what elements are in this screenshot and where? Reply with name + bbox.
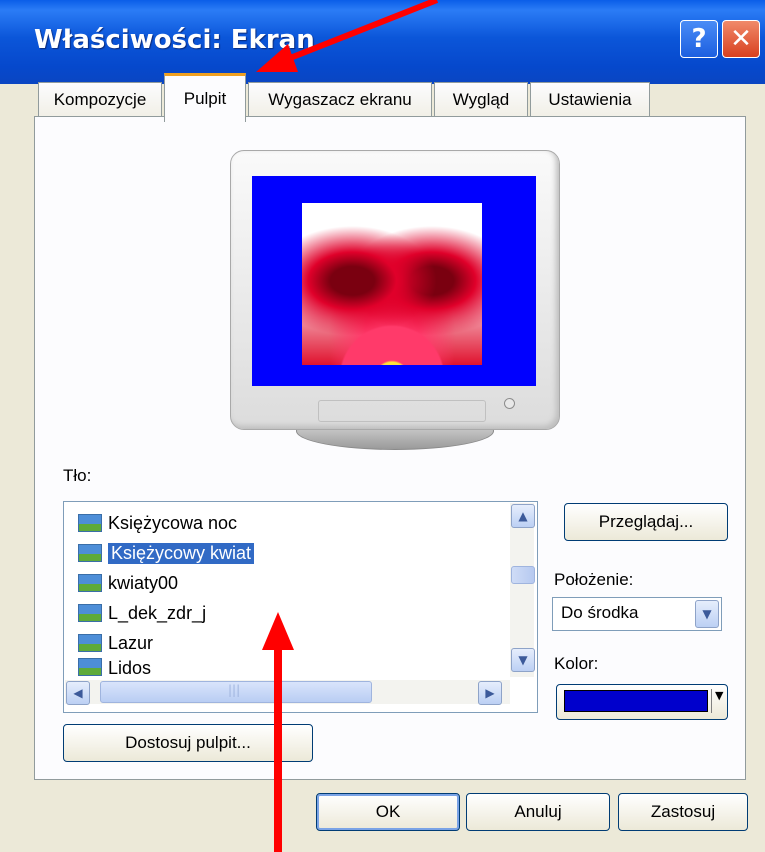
display-properties-window: Właściwości: Ekran ? ✕ Kompozycje Pulpit… xyxy=(0,0,765,852)
image-file-icon xyxy=(78,604,102,622)
window-title: Właściwości: Ekran xyxy=(34,25,315,55)
monitor-slot xyxy=(318,400,486,422)
grip-icon: ||| xyxy=(228,683,241,697)
scroll-down-icon[interactable]: ▼ xyxy=(511,648,535,672)
list-item[interactable]: Lazur xyxy=(78,628,153,658)
browse-button[interactable]: Przeglądaj... xyxy=(564,503,728,541)
image-file-icon xyxy=(78,634,102,652)
tab-kompozycje[interactable]: Kompozycje xyxy=(38,82,162,117)
scroll-up-icon[interactable]: ▲ xyxy=(511,504,535,528)
background-label: Tło: xyxy=(63,466,92,485)
ok-button[interactable]: OK xyxy=(316,793,460,831)
list-item[interactable]: L_dek_zdr_j xyxy=(78,598,206,628)
color-swatch xyxy=(564,690,708,712)
position-label: Położenie: xyxy=(554,570,634,589)
list-item[interactable]: kwiaty00 xyxy=(78,568,178,598)
dropdown-arrow-icon[interactable]: ▼ xyxy=(715,689,723,702)
list-item[interactable]: Lidos xyxy=(78,658,151,676)
image-file-icon xyxy=(78,544,102,562)
help-button[interactable]: ? xyxy=(680,20,718,58)
image-file-icon xyxy=(78,658,102,676)
list-item[interactable]: Księżycowa noc xyxy=(78,508,237,538)
image-file-icon xyxy=(78,514,102,532)
chevron-down-icon[interactable]: ▼ xyxy=(695,600,719,628)
customize-desktop-button[interactable]: Dostosuj pulpit... xyxy=(63,724,313,762)
color-divider xyxy=(711,689,712,713)
scroll-left-icon[interactable]: ◀ xyxy=(66,681,90,705)
tab-wyglad[interactable]: Wygląd xyxy=(434,82,528,117)
color-label: Kolor: xyxy=(554,654,599,673)
help-icon: ? xyxy=(691,24,707,54)
power-led-icon xyxy=(504,398,515,409)
tab-wygaszacz-ekranu[interactable]: Wygaszacz ekranu xyxy=(248,82,432,117)
position-select[interactable]: Do środka ▼ xyxy=(552,597,722,631)
list-item-selected[interactable]: Księżycowy kwiat xyxy=(78,538,255,568)
title-bar[interactable]: Właściwości: Ekran ? ✕ xyxy=(0,0,765,84)
scroll-right-icon[interactable]: ▶ xyxy=(478,681,502,705)
tab-pulpit[interactable]: Pulpit xyxy=(164,73,246,122)
image-file-icon xyxy=(78,574,102,592)
tab-ustawienia[interactable]: Ustawienia xyxy=(530,82,650,117)
cancel-button[interactable]: Anuluj xyxy=(466,793,610,831)
vertical-scroll-thumb[interactable] xyxy=(511,566,535,584)
position-value: Do środka xyxy=(561,603,639,622)
close-icon: ✕ xyxy=(730,24,752,54)
apply-button[interactable]: Zastosuj xyxy=(618,793,748,831)
wallpaper-preview xyxy=(302,203,482,365)
close-button[interactable]: ✕ xyxy=(722,20,760,58)
